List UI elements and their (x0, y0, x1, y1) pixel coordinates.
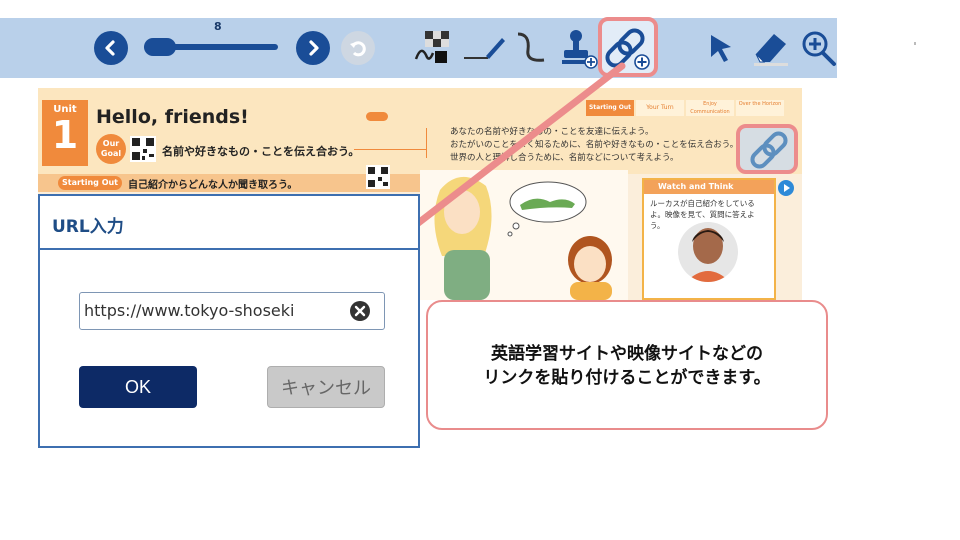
ok-button[interactable]: OK (79, 366, 197, 408)
callout-box: 英語学習サイトや映像サイトなどの リンクを貼り付けることができます。 (426, 300, 828, 430)
callout-text: 英語学習サイトや映像サイトなどの リンクを貼り付けることができます。 (428, 342, 826, 390)
callout-line-1: 英語学習サイトや映像サイトなどの (491, 344, 763, 364)
url-dialog: URL入力 https://www.tokyo-shoseki OK キャンセル (38, 194, 420, 448)
url-input-value: https://www.tokyo-shoseki (84, 301, 295, 320)
url-input[interactable]: https://www.tokyo-shoseki (79, 292, 385, 330)
callout-line-2: リンクを貼り付けることができます。 (483, 368, 771, 388)
cancel-button[interactable]: キャンセル (267, 366, 385, 408)
dialog-title-bar: URL入力 (40, 196, 418, 250)
clear-input-icon[interactable] (350, 301, 370, 321)
dialog-title: URL入力 (52, 217, 124, 237)
